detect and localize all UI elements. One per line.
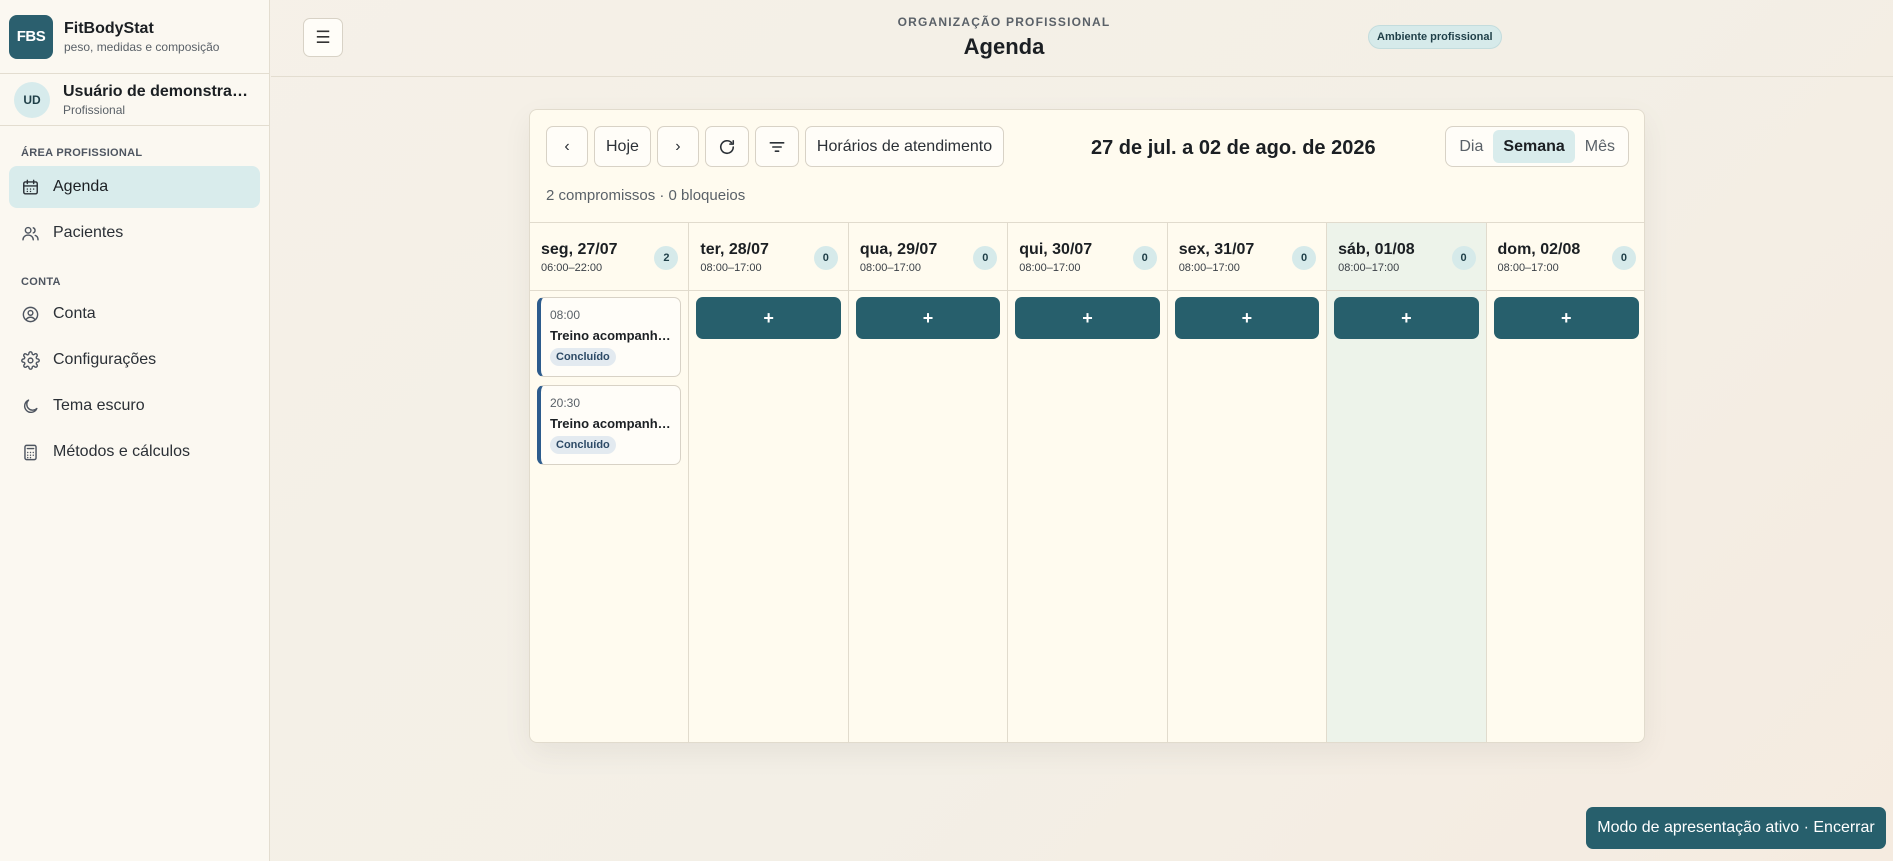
sidebar-item-conta[interactable]: Conta — [9, 293, 260, 335]
sidebar-item-tema-escuro[interactable]: Tema escuro — [9, 385, 260, 427]
appointment-card[interactable]: 08:00 Treino acompanhado Concluído — [537, 297, 682, 377]
day-header: qui, 30/07 08:00–17:00 0 — [1008, 223, 1167, 291]
view-month[interactable]: Mês — [1575, 130, 1625, 163]
filter-button[interactable] — [754, 126, 799, 167]
view-day[interactable]: Dia — [1449, 130, 1493, 163]
sidebar-item-label: Configurações — [53, 351, 157, 368]
section-label-professional: ÁREA PROFISSIONAL — [21, 147, 143, 159]
section-label-account: CONTA — [21, 276, 61, 288]
presentation-mode-toast[interactable]: Modo de apresentação ativo · Encerrar — [1586, 807, 1886, 849]
refresh-icon — [719, 139, 734, 154]
brand-subtitle: peso, medidas e composição — [64, 39, 220, 54]
sidebar-item-label: Pacientes — [53, 224, 124, 241]
prev-week-button[interactable]: ‹ — [546, 126, 588, 167]
day-column-fri: sex, 31/07 08:00–17:00 0 + — [1167, 223, 1328, 742]
working-hours-button[interactable]: Horários de atendimento — [804, 126, 1005, 167]
day-header: dom, 02/08 08:00–17:00 0 — [1486, 223, 1644, 291]
users-icon — [22, 226, 39, 241]
day-header: sex, 31/07 08:00–17:00 0 — [1167, 223, 1327, 291]
calendar-panel: ‹ Hoje › Horários de atendimento 27 de j… — [529, 109, 1645, 743]
add-appointment-button[interactable]: + — [1334, 297, 1479, 339]
user-role: Profissional — [63, 102, 126, 117]
add-appointment-button[interactable]: + — [855, 297, 1001, 339]
view-week[interactable]: Semana — [1493, 130, 1575, 163]
sidebar-item-metodos[interactable]: Métodos e cálculos — [9, 431, 260, 473]
day-column-wed: qua, 29/07 08:00–17:00 0 + — [848, 223, 1009, 742]
appointment-title: Treino acompanhado — [550, 328, 676, 343]
week-grid: seg, 27/07 06:00–22:00 2 08:00 Treino ac… — [530, 222, 1644, 742]
day-count-badge: 0 — [813, 246, 838, 270]
day-count-badge: 0 — [1132, 246, 1157, 270]
sidebar-item-configuracoes[interactable]: Configurações — [9, 339, 260, 381]
sidebar-item-pacientes[interactable]: Pacientes — [9, 212, 260, 254]
refresh-button[interactable] — [704, 126, 749, 167]
appointment-title: Treino acompanhado — [550, 416, 676, 431]
avatar: UD — [14, 81, 50, 118]
day-count-badge: 0 — [1611, 246, 1636, 270]
appointment-time: 20:30 — [550, 396, 581, 410]
calendar-toolbar: ‹ Hoje › Horários de atendimento — [546, 126, 1005, 167]
header-kicker: ORGANIZAÇÃO PROFISSIONAL — [897, 15, 1111, 29]
sidebar-item-label: Conta — [53, 305, 96, 322]
day-column-mon: seg, 27/07 06:00–22:00 2 08:00 Treino ac… — [530, 223, 690, 742]
date-range: 27 de jul. a 02 de ago. de 2026 — [1091, 137, 1376, 159]
brand-logo: FBS — [9, 14, 53, 59]
calendar-icon — [23, 179, 38, 195]
today-button[interactable]: Hoje — [594, 126, 651, 167]
sidebar-item-label: Métodos e cálculos — [53, 443, 190, 460]
page-title: Agenda — [963, 34, 1045, 59]
user-name: Usuário de demonstração — [63, 82, 253, 100]
status-badge: Concluído — [550, 348, 616, 366]
user-circle-icon — [22, 306, 39, 322]
appointment-card[interactable]: 20:30 Treino acompanhado Concluído — [537, 385, 682, 465]
day-count-badge: 0 — [1292, 246, 1317, 270]
day-header: qua, 29/07 08:00–17:00 0 — [848, 223, 1008, 291]
brand-title: FitBodyStat — [64, 19, 154, 37]
day-column-sun: dom, 02/08 08:00–17:00 0 + — [1486, 223, 1644, 742]
day-column-thu: qui, 30/07 08:00–17:00 0 + — [1008, 223, 1168, 742]
filter-icon — [769, 141, 785, 152]
day-header: ter, 28/07 08:00–17:00 0 — [689, 223, 848, 291]
add-appointment-button[interactable]: + — [1015, 297, 1160, 339]
environment-badge: Ambiente profissional — [1368, 25, 1502, 49]
day-count-badge: 0 — [1451, 246, 1476, 270]
add-appointment-button[interactable]: + — [1174, 297, 1320, 339]
sidebar-item-label: Tema escuro — [53, 397, 145, 414]
sidebar-item-label: Agenda — [53, 178, 109, 195]
status-badge: Concluído — [550, 436, 616, 454]
add-appointment-button[interactable]: + — [696, 297, 841, 339]
sidebar: FBS FitBodyStat peso, medidas e composiç… — [0, 0, 270, 861]
user-profile[interactable]: UD Usuário de demonstração Profissional — [0, 74, 269, 126]
add-appointment-button[interactable]: + — [1493, 297, 1639, 339]
calculator-icon — [24, 444, 37, 460]
appointments-summary: 2 compromissos · 0 bloqueios — [546, 187, 746, 204]
sidebar-item-agenda[interactable]: Agenda — [9, 166, 260, 208]
day-column-sat: sáb, 01/08 08:00–17:00 0 + — [1327, 223, 1487, 742]
view-switcher: Dia Semana Mês — [1445, 126, 1629, 167]
next-week-button[interactable]: › — [656, 126, 699, 167]
day-header: seg, 27/07 06:00–22:00 2 — [530, 223, 689, 291]
day-column-tue: ter, 28/07 08:00–17:00 0 + — [689, 223, 849, 742]
appointment-time: 08:00 — [550, 308, 581, 322]
gear-icon — [21, 350, 40, 370]
brand[interactable]: FBS FitBodyStat peso, medidas e composiç… — [0, 0, 269, 74]
top-header: ☰ ORGANIZAÇÃO PROFISSIONAL Agenda Ambien… — [271, 0, 1893, 77]
moon-icon — [24, 398, 38, 413]
day-header: sáb, 01/08 08:00–17:00 0 — [1327, 223, 1486, 291]
